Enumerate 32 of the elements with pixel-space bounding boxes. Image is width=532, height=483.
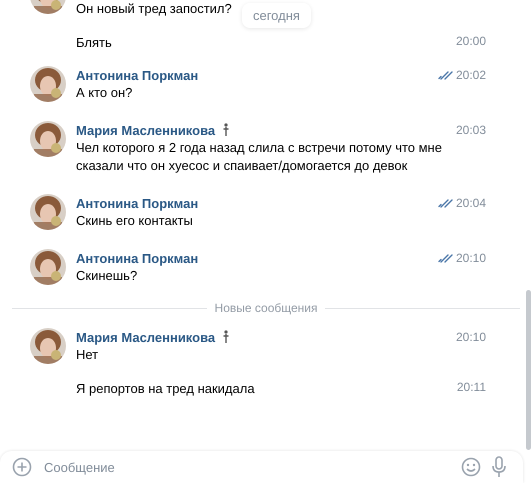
message-time: 20:00	[456, 34, 486, 48]
message-input[interactable]: Сообщение	[42, 458, 451, 476]
author-name[interactable]: Антонина Поркман	[76, 68, 198, 82]
double-check-icon	[438, 198, 453, 208]
date-chip: сегодня	[242, 3, 311, 28]
scrollbar[interactable]	[526, 290, 531, 450]
double-check-icon	[438, 254, 453, 262]
message-text: Скинешь?	[76, 267, 138, 285]
message-time: 20:03	[456, 123, 486, 137]
message-text: Нет	[76, 346, 98, 364]
message-time: 20:04	[456, 196, 486, 210]
double-check-icon	[438, 70, 453, 80]
message-text: А кто он?	[76, 84, 132, 102]
message-text: Чел которого я 2 года назад слила с встречи потому что мне сказали что он хуесос и спаивает/домогается до девок	[76, 139, 443, 175]
figure-icon	[223, 330, 230, 344]
add-icon[interactable]	[12, 457, 32, 477]
message-time: 20:10	[456, 330, 486, 344]
author-name[interactable]: Антонина Поркман	[76, 196, 198, 210]
message-text: Я репортов на тред накидала	[76, 380, 255, 398]
author-name[interactable]: Мария Масленникова	[76, 330, 216, 344]
microphone-icon[interactable]	[491, 456, 507, 478]
message-time: 20:02	[456, 68, 486, 82]
author-name[interactable]: Антонина Поркман	[76, 250, 198, 266]
new-messages-divider-label: Новые сообщения	[214, 301, 318, 315]
message-time: 20:10	[456, 251, 486, 265]
figure-icon	[223, 123, 230, 137]
smile-icon[interactable]	[461, 457, 481, 477]
message-text: Скинь его контакты	[76, 212, 193, 230]
message-text: Он новый тред запостил?	[76, 0, 232, 18]
message-text: Блять	[76, 34, 112, 52]
message-time: 20:11	[456, 380, 486, 394]
author-name[interactable]: Мария Масленникова	[76, 122, 216, 138]
